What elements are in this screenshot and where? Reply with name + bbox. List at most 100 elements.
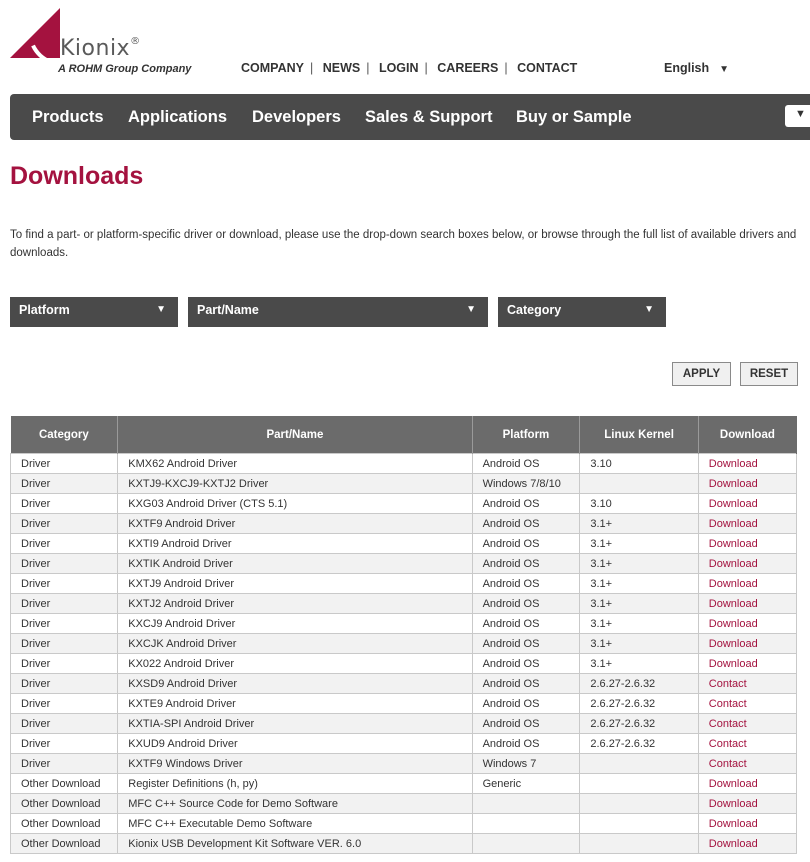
downloads-table: Category Part/Name Platform Linux Kernel… xyxy=(9,416,798,854)
reset-button[interactable]: RESET xyxy=(740,362,798,386)
topnav-company[interactable]: COMPANY xyxy=(241,61,304,75)
header-part-name[interactable]: Part/Name xyxy=(117,416,473,454)
language-selector[interactable]: English ▼ xyxy=(664,61,729,75)
menu-sales-support[interactable]: Sales & Support xyxy=(365,108,492,127)
cell-download-link[interactable]: Download xyxy=(697,833,798,854)
cell-category: Other Download xyxy=(9,793,119,814)
cell-part-name: KXTE9 Android Driver xyxy=(117,693,473,714)
cell-part-name: MFC C++ Source Code for Demo Software xyxy=(117,793,473,814)
cell-download-link[interactable]: Download xyxy=(697,593,798,614)
menu-applications[interactable]: Applications xyxy=(128,108,227,127)
cell-category: Driver xyxy=(9,673,119,694)
chevron-down-icon: ▼ xyxy=(644,304,654,315)
cell-part-name: KXTJ9 Android Driver xyxy=(117,573,473,594)
cell-download-link[interactable]: Download xyxy=(697,453,798,474)
menu-buy-or-sample[interactable]: Buy or Sample xyxy=(516,108,632,127)
menu-products[interactable]: Products xyxy=(32,108,104,127)
table-row: Driver KXTJ9 Android Driver Android OS 3.1+… xyxy=(9,573,798,594)
cell-linux-kernel: 3.1+ xyxy=(579,573,699,594)
cell-part-name: KXG03 Android Driver (CTS 5.1) xyxy=(117,493,473,514)
cell-part-name: MFC C++ Executable Demo Software xyxy=(117,813,473,834)
table-row: Driver KXTE9 Android Driver Android OS 2.6.… xyxy=(9,693,798,714)
cell-category: Driver xyxy=(9,553,119,574)
table-row: Driver KX022 Android Driver Android OS 3.1+… xyxy=(9,653,798,674)
table-header-row: Category Part/Name Platform Linux Kernel… xyxy=(10,416,798,454)
cell-download-link[interactable]: Download xyxy=(697,813,798,834)
cell-download-link[interactable]: Download xyxy=(697,533,798,554)
cell-download-link[interactable]: Download xyxy=(697,473,798,494)
platform-filter[interactable]: Platform ▼ xyxy=(10,297,178,327)
cell-download-link[interactable]: Download xyxy=(697,633,798,654)
header-category[interactable]: Category xyxy=(10,416,119,454)
cell-platform xyxy=(471,833,581,854)
cell-category: Driver xyxy=(9,573,119,594)
header-download[interactable]: Download xyxy=(698,416,798,454)
table-row: Driver KXUD9 Android Driver Android OS 2.6.… xyxy=(9,733,798,754)
cell-linux-kernel xyxy=(579,813,699,834)
page-title: Downloads xyxy=(10,162,144,190)
cell-category: Other Download xyxy=(9,773,119,794)
table-row: Driver KXTF9 Android Driver Android OS 3.1+… xyxy=(9,513,798,534)
header-linux-kernel[interactable]: Linux Kernel xyxy=(579,416,699,454)
table-row: Driver KXTI9 Android Driver Android OS 3.1+… xyxy=(9,533,798,554)
cell-platform: Android OS xyxy=(471,653,581,674)
topnav-news[interactable]: NEWS xyxy=(323,61,361,75)
main-menu-bar: Products Applications Developers Sales &… xyxy=(10,94,810,140)
cell-category: Driver xyxy=(9,513,119,534)
cell-linux-kernel xyxy=(579,833,699,854)
logo-mark-icon xyxy=(10,0,106,76)
part-name-filter[interactable]: Part/Name ▼ xyxy=(188,297,488,327)
kionix-logo[interactable]: Kionix® A ROHM Group Company xyxy=(10,0,200,78)
chevron-down-icon: ▼ xyxy=(795,108,806,120)
category-filter[interactable]: Category ▼ xyxy=(498,297,666,327)
cell-download-link[interactable]: Download xyxy=(697,573,798,594)
table-row: Driver KXG03 Android Driver (CTS 5.1) Andr… xyxy=(9,493,798,514)
intro-text: To find a part- or platform-specific dri… xyxy=(10,229,797,259)
cell-download-link[interactable]: Download xyxy=(697,793,798,814)
cell-part-name: KXTF9 Windows Driver xyxy=(117,753,473,774)
apply-button[interactable]: APPLY xyxy=(672,362,731,386)
cell-download-link[interactable]: Contact xyxy=(697,673,798,694)
menu-dropdown-toggle[interactable]: ▼ xyxy=(785,105,810,127)
cell-platform xyxy=(471,813,581,834)
cell-category: Driver xyxy=(9,613,119,634)
topnav-contact[interactable]: CONTACT xyxy=(517,61,577,75)
menu-developers[interactable]: Developers xyxy=(252,108,341,127)
cell-linux-kernel: 3.1+ xyxy=(579,593,699,614)
cell-platform: Android OS xyxy=(471,593,581,614)
table-row: Other Download Kionix USB Development Kit… xyxy=(9,833,798,854)
cell-part-name: KXTF9 Android Driver xyxy=(117,513,473,534)
cell-platform: Generic xyxy=(471,773,581,794)
header-platform[interactable]: Platform xyxy=(472,416,581,454)
cell-part-name: KXTIK Android Driver xyxy=(117,553,473,574)
cell-download-link[interactable]: Download xyxy=(697,493,798,514)
cell-download-link[interactable]: Download xyxy=(697,513,798,534)
cell-linux-kernel: 3.1+ xyxy=(579,533,699,554)
cell-download-link[interactable]: Download xyxy=(697,613,798,634)
cell-download-link[interactable]: Contact xyxy=(697,753,798,774)
cell-download-link[interactable]: Download xyxy=(697,773,798,794)
cell-download-link[interactable]: Contact xyxy=(697,713,798,734)
table-row: Driver KXTIK Android Driver Android OS 3.1+… xyxy=(9,553,798,574)
cell-platform: Android OS xyxy=(471,453,581,474)
topnav-careers[interactable]: CAREERS xyxy=(437,61,498,75)
cell-category: Driver xyxy=(9,693,119,714)
cell-download-link[interactable]: Download xyxy=(697,653,798,674)
cell-linux-kernel: 2.6.27-2.6.32 xyxy=(579,693,699,714)
cell-category: Driver xyxy=(9,653,119,674)
cell-part-name: KXTI9 Android Driver xyxy=(117,533,473,554)
cell-part-name: KXTIA-SPI Android Driver xyxy=(117,713,473,734)
cell-linux-kernel xyxy=(579,753,699,774)
cell-download-link[interactable]: Contact xyxy=(697,733,798,754)
cell-download-link[interactable]: Download xyxy=(697,553,798,574)
cell-part-name: KXCJK Android Driver xyxy=(117,633,473,654)
language-label: English xyxy=(664,61,710,75)
cell-linux-kernel: 3.1+ xyxy=(579,513,699,534)
cell-linux-kernel xyxy=(579,473,699,494)
topnav-login[interactable]: LOGIN xyxy=(379,61,419,75)
cell-download-link[interactable]: Contact xyxy=(697,693,798,714)
cell-part-name: KXCJ9 Android Driver xyxy=(117,613,473,634)
cell-platform: Android OS xyxy=(471,533,581,554)
cell-category: Driver xyxy=(9,593,119,614)
cell-platform: Android OS xyxy=(471,513,581,534)
